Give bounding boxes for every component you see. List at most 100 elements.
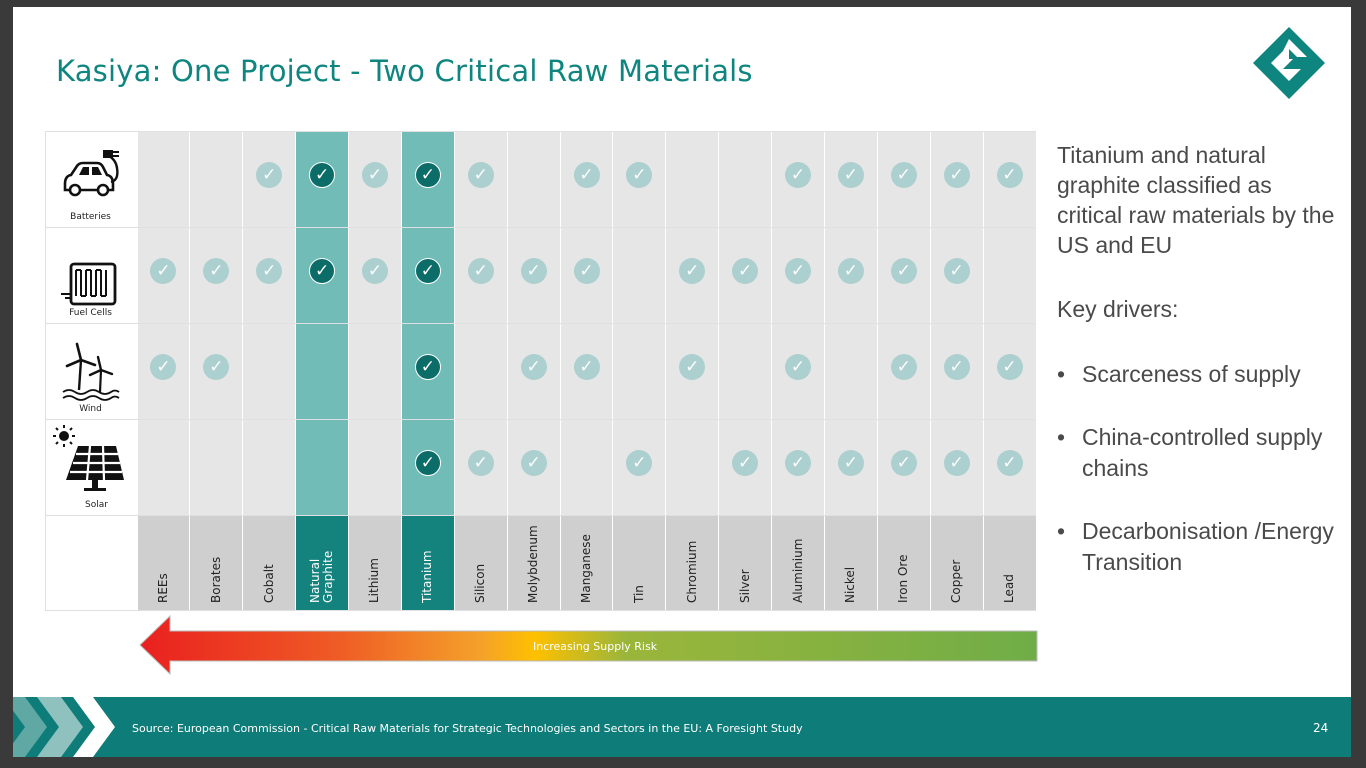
row-divider [45,323,1036,324]
column-divider [929,131,931,611]
check-icon: ✓ [943,354,970,380]
check-icon: ✓ [890,354,917,380]
slide-title: Kasiya: One Project - Two Critical Raw M… [56,54,753,88]
material-label-copper: Copper [949,559,964,603]
column-divider [453,131,455,611]
driver-item: • Decarbonisation /Energy Transition [1057,518,1334,575]
check-icon: ✓ [573,354,600,380]
material-label-borates: Borates [208,556,223,603]
check-icon: ✓ [361,162,388,188]
check-icon: ✓ [520,354,547,380]
bullet-icon: • [1057,518,1066,544]
check-icon: ✓ [414,258,441,284]
column-divider [823,131,825,611]
material-label-iron-ore: Iron Ore [896,554,911,603]
check-icon: ✓ [467,258,494,284]
row-divider [45,131,1036,132]
check-icon: ✓ [890,162,917,188]
column-divider [1035,131,1037,611]
check-icon: ✓ [414,450,441,476]
matrix-left-border [45,131,46,611]
check-icon: ✓ [732,258,759,284]
material-label-cobalt: Cobalt [261,564,276,603]
check-icon: ✓ [414,162,441,188]
material-label-lithium: Lithium [367,558,382,603]
label-band-border [45,515,137,516]
material-label-aluminium: Aluminium [790,538,805,603]
tech-label-wind: Wind [79,404,102,414]
check-icon: ✓ [309,162,336,188]
check-icon: ✓ [414,354,441,380]
critical-materials-statement: Titanium and natural graphite classified… [1057,142,1335,258]
column-divider [559,131,561,611]
check-icon: ✓ [890,258,917,284]
material-label-lead: Lead [1002,574,1017,603]
driver-item: • Scarceness of supply [1057,359,1337,390]
material-label-molybdenum: Molybdenum [526,525,541,603]
column-divider [876,131,878,611]
bullet-icon: • [1057,424,1066,450]
page-number: 24 [1313,721,1329,735]
column-divider [242,131,244,611]
check-icon: ✓ [309,258,336,284]
material-label-silver: Silver [737,569,752,603]
check-icon: ✓ [837,450,864,476]
chevron-decoration-icon [13,697,115,757]
check-icon: ✓ [467,450,494,476]
column-divider [189,131,191,611]
column-divider [718,131,720,611]
tech-label-fuel-cells: Fuel Cells [69,308,112,318]
slide: Kasiya: One Project - Two Critical Raw M… [13,7,1351,757]
check-icon: ✓ [785,354,812,380]
check-icon: ✓ [890,450,917,476]
check-icon: ✓ [837,162,864,188]
tech-row-batteries: Batteries [46,132,135,226]
key-drivers-list: • Scarceness of supply • China-controlled … [1057,359,1337,578]
side-panel: Titanium and natural graphite classified… [1057,140,1337,610]
check-icon: ✓ [573,162,600,188]
check-icon: ✓ [785,162,812,188]
row-divider [45,515,1036,516]
material-label-titanium: Titanium [420,550,435,603]
wind-turbine-icon [62,342,120,401]
electric-car-icon [63,150,119,197]
material-label-silicon: Silicon [473,563,488,603]
material-label-chromium: Chromium [684,540,699,603]
material-label-nickel: Nickel [843,566,858,603]
driver-item: • China-controlled supply chains [1057,424,1323,481]
check-icon: ✓ [943,162,970,188]
row-divider [45,419,1036,420]
check-icon: ✓ [520,450,547,476]
fuel-cell-icon [61,262,117,306]
column-divider [771,131,773,611]
check-icon: ✓ [943,258,970,284]
row-divider [45,610,1036,611]
column-divider [400,131,402,611]
check-icon: ✓ [467,162,494,188]
bullet-icon: • [1057,361,1066,387]
column-divider [982,131,984,611]
materials-matrix: Batteries Fuel Cells Wind Solar REEs Bor… [45,131,1037,611]
check-icon: ✓ [520,258,547,284]
company-logo-icon [1253,27,1325,99]
row-divider [45,227,1036,228]
column-divider [665,131,667,611]
footer-bar: Source: European Commission - Critical R… [13,697,1351,757]
column-divider [295,131,297,611]
check-icon: ✓ [996,450,1023,476]
check-icon: ✓ [785,450,812,476]
check-icon: ✓ [837,258,864,284]
check-icon: ✓ [573,258,600,284]
solar-panel-icon [53,425,124,491]
column-divider [506,131,508,611]
check-icon: ✓ [785,258,812,284]
tech-label-solar: Solar [85,500,108,510]
check-icon: ✓ [732,450,759,476]
column-divider [348,131,350,611]
supply-risk-label: Increasing Supply Risk [533,640,658,653]
check-icon: ✓ [943,450,970,476]
check-icon: ✓ [361,258,388,284]
key-drivers-heading: Key drivers: [1057,296,1179,322]
source-citation: Source: European Commission - Critical R… [132,722,803,735]
check-icon: ✓ [996,162,1023,188]
